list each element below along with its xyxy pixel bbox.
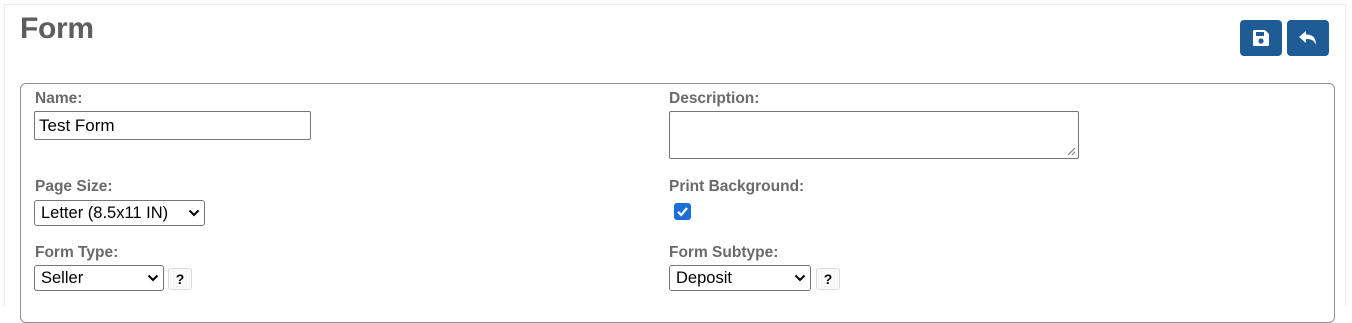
form-type-help-button[interactable]: ? (168, 268, 192, 290)
undo-button[interactable] (1287, 20, 1329, 56)
chevron-down-icon (147, 274, 159, 282)
save-button[interactable] (1240, 20, 1282, 56)
description-textarea[interactable] (669, 111, 1079, 159)
print-background-label: Print Background: (669, 178, 805, 195)
page-size-value: Letter (8.5x11 IN) (41, 203, 169, 222)
form-type-value: Seller (41, 268, 84, 287)
form-subtype-value: Deposit (676, 268, 732, 287)
page-size-select[interactable]: Letter (8.5x11 IN) (34, 200, 205, 226)
form-subtype-select[interactable]: Deposit (669, 265, 811, 291)
page-title: Form (20, 12, 94, 45)
print-background-checkbox[interactable] (674, 203, 691, 220)
undo-icon (1299, 31, 1316, 45)
chevron-down-icon (188, 209, 200, 217)
form-subtype-label: Form Subtype: (669, 244, 779, 261)
form-type-select[interactable]: Seller (34, 265, 164, 291)
description-label: Description: (669, 90, 760, 107)
name-input[interactable] (34, 111, 311, 140)
name-label: Name: (35, 90, 83, 107)
chevron-down-icon (794, 274, 806, 282)
form-type-label: Form Type: (35, 244, 119, 261)
resize-grip-icon[interactable] (1066, 146, 1076, 156)
save-icon (1253, 30, 1269, 46)
form-subtype-help-button[interactable]: ? (816, 268, 840, 290)
checkmark-icon (677, 207, 688, 217)
page-size-label: Page Size: (35, 178, 113, 195)
